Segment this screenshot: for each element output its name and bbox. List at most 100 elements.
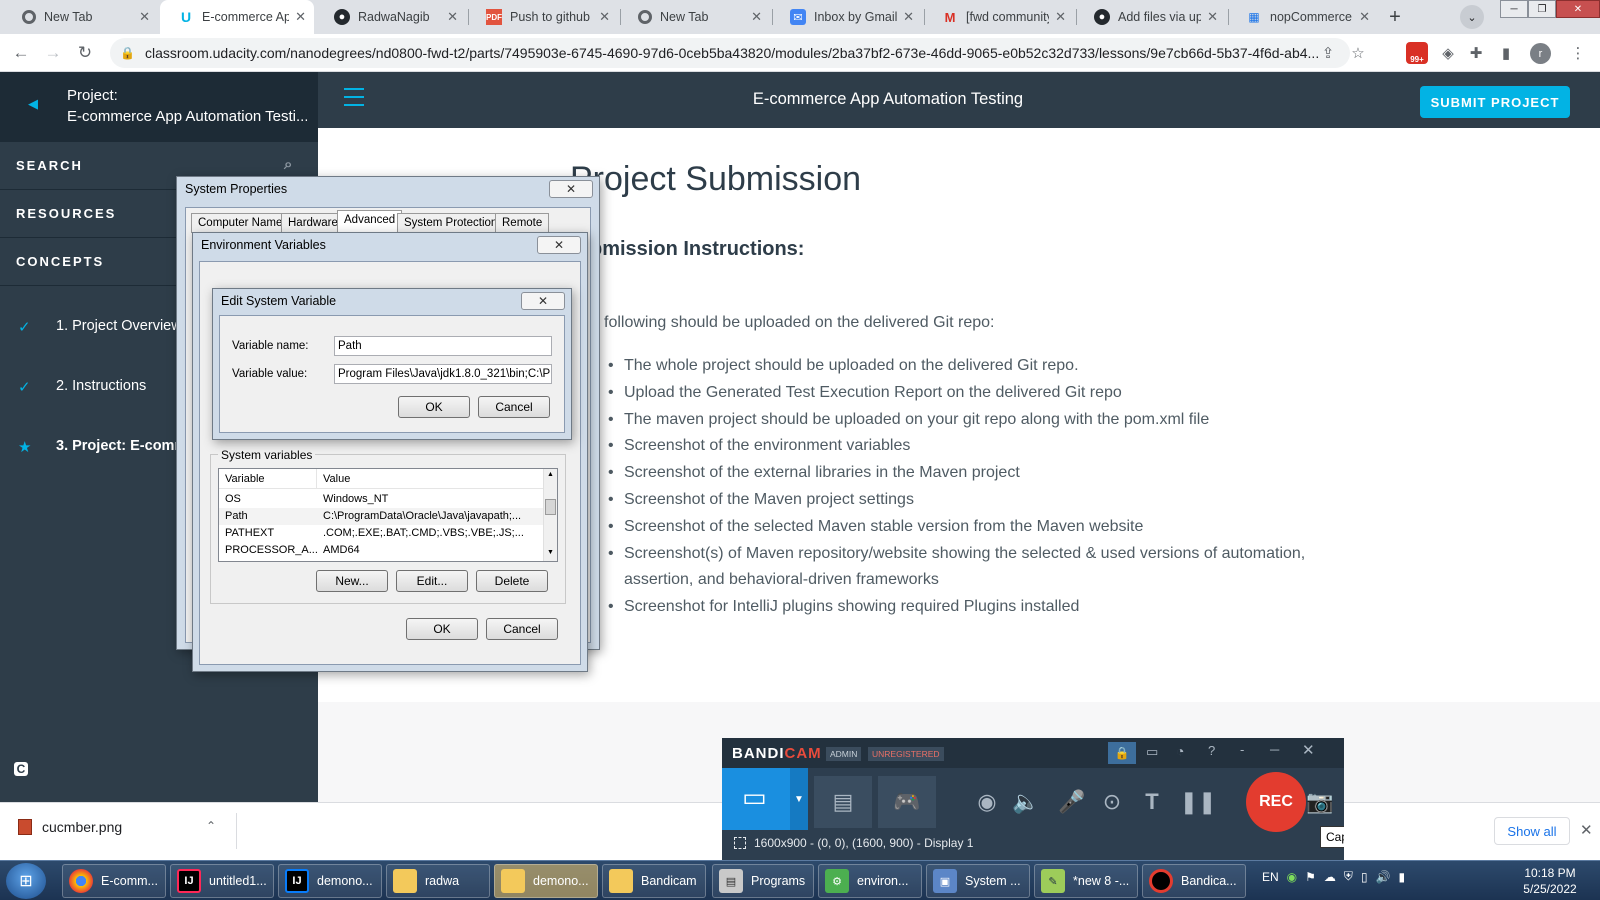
tab-new-tab-2[interactable]: New Tab ✕ xyxy=(620,0,770,34)
tab-advanced[interactable]: Advanced xyxy=(337,210,403,233)
reload-icon[interactable]: ↻ xyxy=(72,40,98,66)
system-variables-table[interactable]: Variable Value OS Windows_NT Path C:\Pro… xyxy=(218,468,558,562)
show-all-button[interactable]: Show all xyxy=(1494,817,1570,845)
tab-add-files[interactable]: ● Add files via upl ✕ xyxy=(1076,0,1226,34)
minimize-icon[interactable]: ─ xyxy=(1500,0,1528,18)
taskbar-item-bandicam-folder[interactable]: Bandicam xyxy=(602,864,706,898)
clock-icon[interactable]: ◔ xyxy=(1176,743,1184,759)
collapse-icon[interactable]: ─ xyxy=(1270,742,1279,757)
profile-avatar[interactable]: r xyxy=(1530,43,1551,64)
close-icon[interactable]: ✕ xyxy=(599,9,610,25)
column-header-variable[interactable]: Variable xyxy=(219,469,317,488)
tab-system-protection[interactable]: System Protection xyxy=(397,213,505,233)
close-icon[interactable]: ✕ xyxy=(903,9,914,25)
c-logo-icon[interactable]: C xyxy=(14,762,28,776)
minimize-icon[interactable]: - xyxy=(1240,742,1244,757)
help-icon[interactable]: ? xyxy=(1208,743,1215,758)
pause-icon[interactable]: ❚❚ xyxy=(1178,776,1218,828)
close-icon[interactable]: ✕ xyxy=(521,292,565,310)
scroll-up-icon[interactable]: ▲ xyxy=(547,471,554,478)
restore-icon[interactable]: ❐ xyxy=(1528,0,1556,18)
tab-nopcommerce[interactable]: ▦ nopCommerce d ✕ xyxy=(1228,0,1378,34)
close-window-icon[interactable]: ✕ xyxy=(1556,0,1600,18)
search-icon[interactable]: ⌕ xyxy=(284,156,294,173)
table-row[interactable]: Path C:\ProgramData\Oracle\Java\javapath… xyxy=(219,508,543,525)
close-icon[interactable]: ✕ xyxy=(1359,9,1370,25)
column-header-value[interactable]: Value xyxy=(317,469,543,488)
windows-start-icon[interactable]: ⊞ xyxy=(6,863,46,899)
cancel-button[interactable]: Cancel xyxy=(478,396,550,418)
delete-variable-button[interactable]: Delete xyxy=(476,570,548,592)
table-row[interactable]: OS Windows_NT xyxy=(219,491,543,508)
speaker-icon[interactable]: 🔈 xyxy=(1006,776,1046,828)
lock-icon[interactable]: 🔒 xyxy=(1108,742,1136,764)
close-icon[interactable]: ✕ xyxy=(1207,9,1218,25)
close-icon[interactable]: ✕ xyxy=(537,236,581,254)
taskbar-item-radwa[interactable]: radwa xyxy=(386,864,490,898)
cursor-effect-icon[interactable]: ⊙ xyxy=(1092,776,1132,828)
close-icon[interactable]: ✕ xyxy=(1302,741,1315,759)
gamepad-icon[interactable]: 🎮 xyxy=(878,776,936,828)
taskbar-item-demono-ij[interactable]: IJ demono... xyxy=(278,864,382,898)
taskbar-item-untitled[interactable]: IJ untitled1... xyxy=(170,864,274,898)
puzzle-icon[interactable]: ✚ xyxy=(1466,43,1486,63)
network-icon[interactable]: ☁ xyxy=(1324,870,1336,884)
battery-icon[interactable]: ▯ xyxy=(1361,870,1368,884)
taskbar-item-demono-folder[interactable]: demono... xyxy=(494,864,598,898)
forward-arrow-icon[interactable]: → xyxy=(40,40,66,66)
ok-button[interactable]: OK xyxy=(398,396,470,418)
taskbar-item-programs[interactable]: ▤ Programs xyxy=(712,864,814,898)
taskbar-item-notepad[interactable]: ✎ *new 8 -... xyxy=(1034,864,1138,898)
side-panel-icon[interactable]: ▮ xyxy=(1496,43,1516,63)
close-icon[interactable]: ✕ xyxy=(1580,821,1593,839)
close-icon[interactable]: ✕ xyxy=(447,9,458,25)
scroll-down-icon[interactable]: ▼ xyxy=(547,549,554,556)
scrollbar-thumb[interactable] xyxy=(545,499,556,515)
tab-computer-name[interactable]: Computer Name xyxy=(191,213,290,233)
screen-mode-button[interactable]: ▭ ▼ xyxy=(722,768,808,830)
bookmark-star-icon[interactable]: ☆ xyxy=(1348,43,1368,63)
table-scrollbar[interactable]: ▲ ▼ xyxy=(543,469,557,561)
taskbar-item-environ[interactable]: ⚙ environ... xyxy=(818,864,922,898)
tab-new-tab-1[interactable]: New Tab ✕ xyxy=(4,0,158,34)
tab-radwanagib[interactable]: ● RadwaNagib ✕ xyxy=(316,0,466,34)
tab-hardware[interactable]: Hardware xyxy=(281,213,345,233)
language-indicator[interactable]: EN xyxy=(1262,870,1279,884)
shield-icon[interactable]: ⛨ xyxy=(1344,869,1353,884)
volume-icon[interactable]: 🔊 xyxy=(1376,870,1391,884)
close-icon[interactable]: ✕ xyxy=(295,9,306,25)
close-icon[interactable]: ✕ xyxy=(139,9,150,25)
flag-icon[interactable]: ⚑ xyxy=(1305,870,1316,884)
chevron-down-icon[interactable]: ▼ xyxy=(790,768,808,830)
variable-value-field[interactable]: Program Files\Java\jdk1.8.0_321\bin;C:\P… xyxy=(334,364,552,384)
signal-icon[interactable]: ▮ xyxy=(1399,870,1406,884)
text-overlay-icon[interactable]: T xyxy=(1132,776,1172,828)
sidebar-header[interactable]: ◀ Project: E-commerce App Automation Tes… xyxy=(0,72,318,142)
taskbar-item-system[interactable]: ▣ System ... xyxy=(926,864,1030,898)
microphone-icon[interactable]: 🎤 xyxy=(1052,776,1092,828)
cancel-button[interactable]: Cancel xyxy=(486,618,558,640)
tab-search-chevron-icon[interactable]: ⌄ xyxy=(1460,5,1484,29)
ok-button[interactable]: OK xyxy=(406,618,478,640)
variable-name-field[interactable]: Path xyxy=(334,336,552,356)
tab-ecommerce-app[interactable]: U E-commerce App ✕ xyxy=(160,0,314,34)
tab-push-to-github[interactable]: PDF Push to github ✕ xyxy=(468,0,618,34)
download-item[interactable]: cucmber.png xyxy=(18,819,122,835)
hdmi-icon[interactable]: ▤ xyxy=(814,776,872,828)
tab-fwd-community[interactable]: M [fwd community ✕ xyxy=(924,0,1074,34)
close-icon[interactable]: ✕ xyxy=(549,180,593,198)
taskbar-clock[interactable]: 10:18 PM 5/25/2022 xyxy=(1510,865,1590,897)
tab-inbox-by-gmail[interactable]: ✉ Inbox by Gmail ✕ xyxy=(772,0,922,34)
address-bar[interactable]: 🔒 classroom.udacity.com/nanodegrees/nd08… xyxy=(110,38,1350,68)
close-icon[interactable]: ✕ xyxy=(1055,9,1066,25)
share-icon[interactable]: ⇪ xyxy=(1318,43,1338,63)
back-arrow-icon[interactable]: ← xyxy=(8,40,34,66)
extension-badge-icon[interactable]: 99+ xyxy=(1406,42,1428,64)
status-circle-icon[interactable]: ◉ xyxy=(1287,870,1297,884)
camera-icon[interactable]: 📷 xyxy=(1300,776,1340,828)
extension-icon[interactable]: ◈ xyxy=(1438,43,1458,63)
new-tab-button[interactable]: + xyxy=(1382,4,1408,30)
taskbar-item-chrome[interactable]: E-comm... xyxy=(62,864,166,898)
record-button[interactable]: REC xyxy=(1246,772,1306,832)
new-variable-button[interactable]: New... xyxy=(316,570,388,592)
